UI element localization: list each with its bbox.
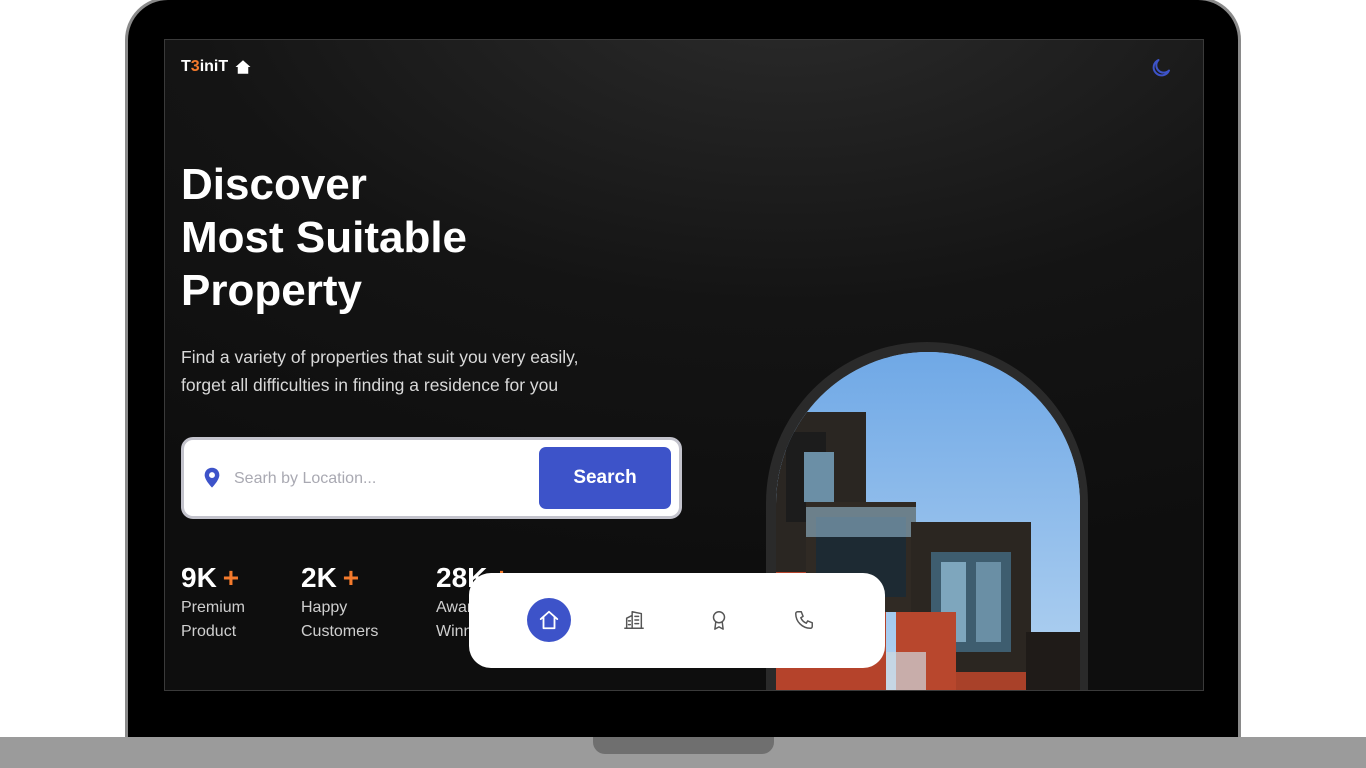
hero-title-line: Most Suitable [181, 213, 468, 262]
search-button[interactable]: Search [539, 447, 671, 509]
hero-subtitle: Find a variety of properties that suit y… [181, 347, 579, 395]
location-pin-icon [204, 467, 220, 488]
nav-home-button[interactable] [527, 598, 571, 642]
brand-name: T3iniT [181, 58, 229, 75]
hero-title: Discover Most Suitable Property [181, 158, 467, 317]
search-input[interactable] [232, 464, 536, 494]
phone-icon [795, 611, 813, 629]
top-navbar: T3iniT [165, 40, 1203, 96]
hero-title-line: Property [181, 266, 362, 315]
stat-item: 2K + Happy Customers [301, 562, 379, 640]
nav-contact-button[interactable] [782, 598, 826, 642]
home-icon [539, 610, 559, 630]
laptop-notch [593, 737, 774, 754]
stat-item: 9K + Premium Product [181, 562, 246, 640]
house-icon [235, 60, 251, 74]
bottom-navigation [469, 573, 885, 668]
search-bar: Search [181, 437, 682, 519]
nav-awards-button[interactable] [697, 598, 741, 642]
building-icon [624, 611, 644, 629]
brand-logo[interactable]: T3iniT [181, 58, 252, 76]
hero-title-line: Discover [181, 160, 367, 209]
moon-icon[interactable] [1149, 56, 1173, 80]
nav-properties-button[interactable] [612, 598, 656, 642]
award-icon [712, 611, 726, 630]
